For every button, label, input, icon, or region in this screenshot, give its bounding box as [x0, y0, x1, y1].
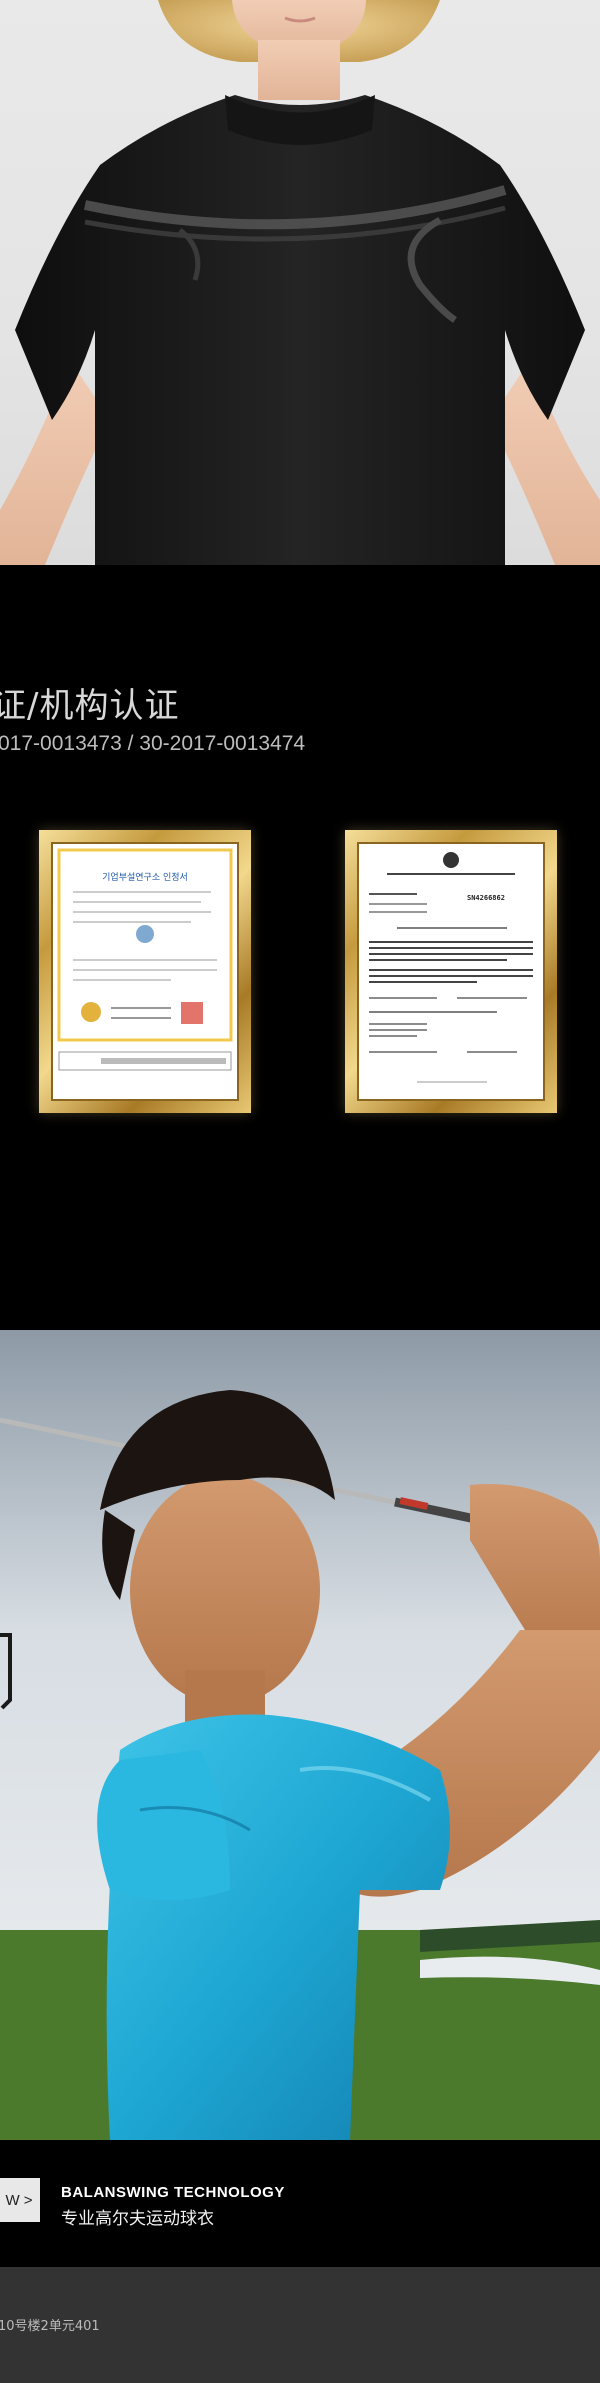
brand-banner: W > BALANSWING TECHNOLOGY 专业高尔夫运动球衣	[0, 2140, 600, 2267]
certificate-heading: 기업부설연구소 인정서	[102, 872, 188, 883]
certificate-content-image: 기업부설연구소 인정서	[57, 848, 233, 1071]
brand-name-english: BALANSWING TECHNOLOGY	[61, 2184, 285, 2201]
view-more-button[interactable]: W >	[0, 2178, 40, 2222]
model-photo-section	[0, 0, 600, 565]
certification-section: 证/机构认证 017-0013473 / 30-2017-0013474 기업부…	[0, 565, 600, 1330]
certificate-document: SN4266862	[357, 842, 545, 1101]
model-black-shirt-image	[0, 0, 600, 565]
golfer-cyan-shirt-image	[0, 1330, 600, 2140]
footer: 10号楼2单元401	[0, 2267, 600, 2383]
certificate-heading: SN4266862	[467, 894, 505, 902]
certificate-document: 기업부설연구소 인정서	[51, 842, 239, 1101]
certification-title: 证/机构认证	[0, 686, 180, 726]
footer-address: 10号楼2单元401	[0, 2319, 100, 2334]
certificate-content-image: SN4266862	[369, 852, 533, 1083]
certification-numbers: 017-0013473 / 30-2017-0013474	[0, 732, 306, 755]
certificate-frame-us: SN4266862	[345, 830, 557, 1113]
certificate-frame-korean: 기업부설연구소 인정서	[39, 830, 251, 1113]
brand-tagline-chinese: 专业高尔夫运动球衣	[61, 2209, 214, 2229]
golfer-photo-section	[0, 1330, 600, 2140]
